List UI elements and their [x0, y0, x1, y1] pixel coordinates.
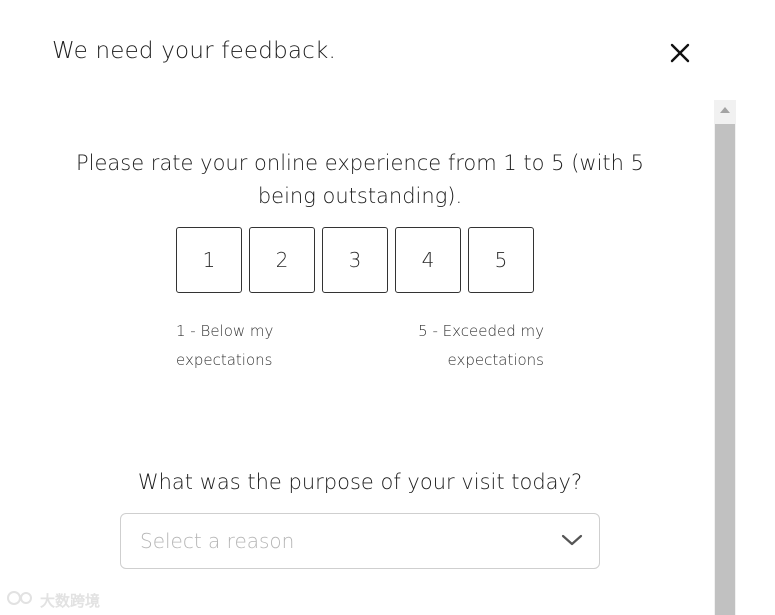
- rating-option-3[interactable]: 3: [322, 227, 388, 293]
- rating-scale: 1 2 3 4 5: [176, 227, 534, 293]
- purpose-question: What was the purpose of your visit today…: [137, 470, 583, 494]
- rating-question: Please rate your online experience from …: [75, 151, 644, 208]
- close-button[interactable]: [664, 38, 696, 70]
- close-icon: [664, 38, 696, 70]
- rating-option-2[interactable]: 2: [249, 227, 315, 293]
- scroll-up-arrow-icon[interactable]: [714, 100, 736, 122]
- reason-select[interactable]: Select a reason: [120, 513, 600, 569]
- vertical-scrollbar[interactable]: [714, 100, 736, 615]
- watermark-logo-icon: [6, 589, 36, 611]
- scale-high-label: 5 - Exceeded my expectations: [418, 322, 544, 369]
- watermark-text: 大数跨境: [40, 591, 101, 610]
- rating-option-4[interactable]: 4: [395, 227, 461, 293]
- rating-option-5[interactable]: 5: [468, 227, 534, 293]
- feedback-dialog: We need your feedback. Please rate your …: [0, 0, 775, 615]
- scrollbar-thumb[interactable]: [715, 124, 735, 615]
- rating-option-1[interactable]: 1: [176, 227, 242, 293]
- scale-low-label: 1 - Below my expectations: [176, 322, 274, 369]
- reason-select-placeholder: Select a reason: [140, 529, 295, 553]
- watermark: 大数跨境: [6, 589, 100, 611]
- dialog-title: We need your feedback.: [52, 38, 337, 64]
- chevron-down-icon: [561, 532, 583, 552]
